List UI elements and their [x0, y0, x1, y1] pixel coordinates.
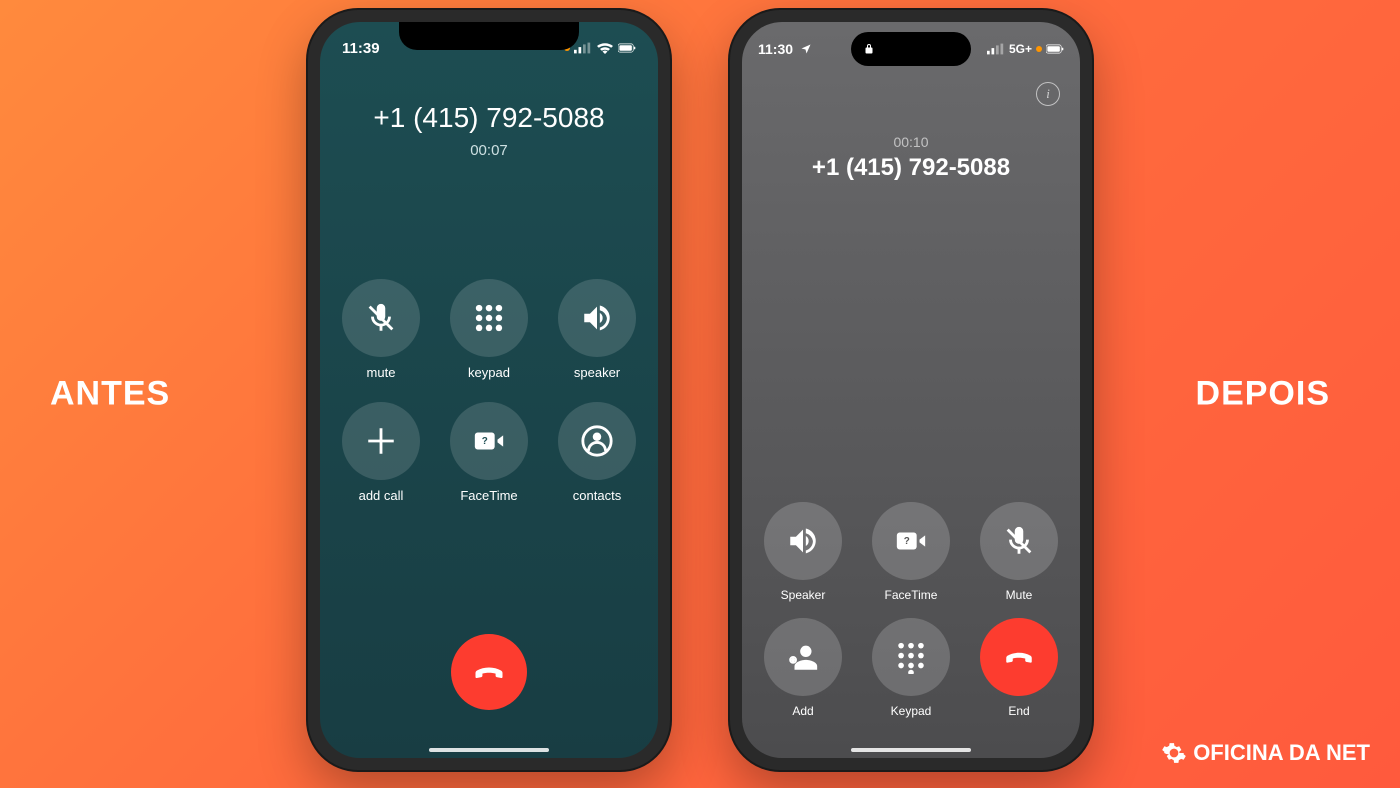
- plus-icon: [364, 424, 398, 458]
- keypad-label: Keypad: [891, 704, 932, 718]
- add-label: Add: [792, 704, 813, 718]
- keypad-icon: [472, 301, 506, 335]
- wifi-icon: [596, 42, 614, 54]
- phone-before: 11:39 +1 (415) 792-5088 00:07 mute: [308, 10, 670, 770]
- keypad-button[interactable]: [450, 279, 528, 357]
- contacts-label: contacts: [573, 488, 621, 503]
- keypad-label: keypad: [468, 365, 510, 380]
- add-person-icon: [786, 640, 820, 674]
- facetime-icon: ?: [894, 524, 928, 558]
- end-call-button[interactable]: [980, 618, 1058, 696]
- lock-icon: [863, 43, 875, 55]
- watermark: OFICINA DA NET: [1161, 740, 1370, 766]
- status-time: 11:30: [758, 41, 793, 57]
- phone-after: 11:30 5G+ i 00:10 +1 (415) 792-5088: [730, 10, 1092, 770]
- mute-icon: [1002, 524, 1036, 558]
- network-label: 5G+: [1009, 42, 1032, 56]
- add-button[interactable]: [764, 618, 842, 696]
- call-controls-grid: mute keypad speaker: [320, 279, 658, 503]
- facetime-button[interactable]: ?: [450, 402, 528, 480]
- contacts-button[interactable]: [558, 402, 636, 480]
- recording-indicator-icon: [1036, 46, 1042, 52]
- battery-icon: [618, 42, 636, 54]
- svg-text:?: ?: [904, 536, 910, 547]
- call-duration: 00:07: [320, 142, 658, 159]
- add-call-button[interactable]: [342, 402, 420, 480]
- signal-icon: [574, 42, 592, 54]
- speaker-icon: [786, 524, 820, 558]
- facetime-icon: ?: [472, 424, 506, 458]
- label-before: ANTES: [50, 375, 170, 414]
- call-controls-grid: Speaker ? FaceTime Mute: [764, 502, 1058, 718]
- signal-icon: [987, 43, 1005, 55]
- facetime-button[interactable]: ?: [872, 502, 950, 580]
- home-indicator[interactable]: [429, 748, 549, 752]
- caller-info: +1 (415) 792-5088 00:07: [320, 102, 658, 159]
- svg-text:?: ?: [482, 436, 488, 447]
- gear-icon: [1161, 740, 1187, 766]
- facetime-label: FaceTime: [460, 488, 517, 503]
- phone-hangup-icon: [1002, 640, 1036, 674]
- speaker-label: Speaker: [781, 588, 826, 602]
- speaker-button[interactable]: [558, 279, 636, 357]
- caller-info: 00:10 +1 (415) 792-5088: [742, 134, 1080, 182]
- battery-icon: [1046, 43, 1064, 55]
- mute-label: mute: [367, 365, 396, 380]
- notch: [399, 22, 579, 50]
- dynamic-island: [851, 32, 971, 66]
- phone-hangup-icon: [471, 654, 507, 690]
- home-indicator[interactable]: [851, 748, 971, 752]
- mute-button[interactable]: [342, 279, 420, 357]
- speaker-button[interactable]: [764, 502, 842, 580]
- facetime-label: FaceTime: [885, 588, 938, 602]
- mute-icon: [364, 301, 398, 335]
- mute-button[interactable]: [980, 502, 1058, 580]
- keypad-icon: [894, 640, 928, 674]
- add-call-label: add call: [359, 488, 404, 503]
- contacts-icon: [580, 424, 614, 458]
- end-call-button[interactable]: [451, 634, 527, 710]
- caller-number: +1 (415) 792-5088: [320, 102, 658, 134]
- caller-number: +1 (415) 792-5088: [742, 154, 1080, 182]
- keypad-button[interactable]: [872, 618, 950, 696]
- speaker-label: speaker: [574, 365, 620, 380]
- info-button[interactable]: i: [1036, 82, 1060, 106]
- end-label: End: [1008, 704, 1029, 718]
- mute-label: Mute: [1006, 588, 1033, 602]
- label-after: DEPOIS: [1196, 375, 1330, 414]
- call-duration: 00:10: [742, 134, 1080, 150]
- status-time: 11:39: [342, 40, 380, 57]
- location-icon: [797, 43, 815, 55]
- speaker-icon: [580, 301, 614, 335]
